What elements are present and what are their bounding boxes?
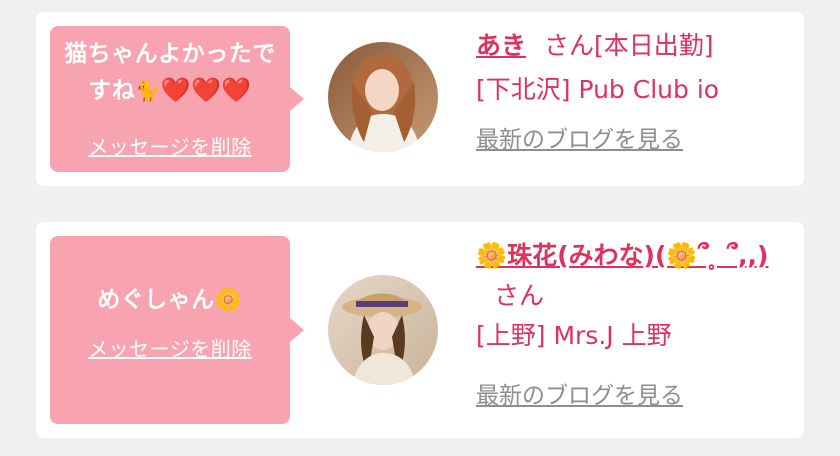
cast-name-link[interactable]: 🌼珠花(みわな)(🌼՞ ̥ ՞,,) (476, 241, 768, 270)
favorite-card: 猫ちゃんよかったですね🐈❤️❤️❤️ メッセージを削除 あき さん[本日出勤] [… (36, 12, 804, 186)
delete-message-link[interactable]: メッセージを削除 (88, 131, 252, 160)
message-bubble: 猫ちゃんよかったですね🐈❤️❤️❤️ メッセージを削除 (50, 26, 304, 172)
delete-message-link[interactable]: メッセージを削除 (88, 333, 252, 362)
shop-name: [下北沢] Pub Club io (476, 75, 720, 104)
cast-info: あき さん[本日出勤] [下北沢] Pub Club io 最新のブログを見る (476, 26, 784, 154)
favorite-card: めぐしゃん🌼 メッセージを削除 🌼珠花(みわな)(🌼՞ ̥ ՞,,) さん [上野… (36, 222, 804, 438)
cast-name-link[interactable]: あき (476, 31, 526, 60)
message-bubble: めぐしゃん🌼 メッセージを削除 (50, 236, 304, 424)
cat-icon: 🐈 (135, 79, 161, 103)
heart-icons: ❤️❤️❤️ (160, 76, 252, 104)
honorific: さん (544, 31, 595, 60)
message-text: 猫ちゃんよかったですね🐈❤️❤️❤️ (50, 36, 290, 109)
flower-icon: 🌼 (214, 288, 243, 313)
cast-info: 🌼珠花(みわな)(🌼՞ ̥ ՞,,) さん [上野] Mrs.J 上野 最新のブロ… (476, 236, 784, 410)
shop-name: [上野] Mrs.J 上野 (476, 321, 672, 350)
avatar[interactable] (328, 275, 438, 385)
message-body: めぐしゃん (97, 287, 215, 313)
attendance-status: [本日出勤] (594, 31, 714, 60)
latest-blog-link[interactable]: 最新のブログを見る (476, 376, 683, 410)
profile-photo-avatar (328, 275, 438, 385)
message-text: めぐしゃん🌼 (50, 282, 290, 319)
profile-photo-avatar (328, 42, 438, 152)
avatar[interactable] (328, 42, 438, 152)
latest-blog-link[interactable]: 最新のブログを見る (476, 120, 683, 154)
honorific: さん (494, 281, 545, 310)
